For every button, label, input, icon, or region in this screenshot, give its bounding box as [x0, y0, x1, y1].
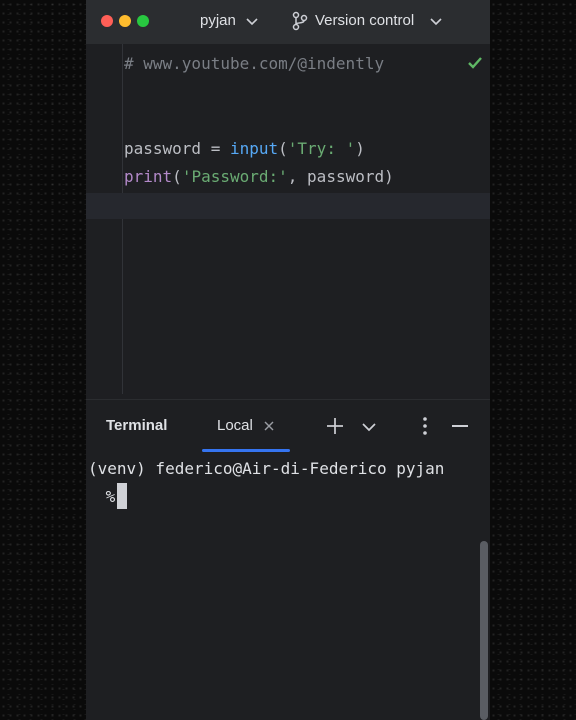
ide-window: pyjan Version control # www.youtube.com/…: [86, 0, 490, 720]
indent-guide: [122, 44, 123, 394]
code-token-string: 'Try: ': [287, 139, 356, 158]
code-token-paren: (: [172, 167, 182, 186]
minimize-icon[interactable]: [452, 425, 468, 427]
terminal-prompt-symbol: %: [96, 487, 116, 506]
code-token-paren: (: [278, 139, 288, 158]
terminal-prompt: (venv) federico@Air-di-Federico pyjan: [88, 459, 445, 478]
code-editor[interactable]: # www.youtube.com/@indently password = i…: [86, 44, 490, 399]
title-bar: pyjan Version control: [86, 0, 490, 44]
active-tab-indicator: [202, 449, 290, 452]
version-control-menu[interactable]: Version control: [315, 12, 414, 29]
code-token-args: , password): [287, 167, 394, 186]
close-icon[interactable]: [263, 420, 275, 432]
chevron-down-icon[interactable]: [429, 15, 443, 29]
chevron-down-icon[interactable]: [245, 15, 259, 29]
more-vertical-icon[interactable]: [422, 416, 428, 436]
terminal-output[interactable]: (venv) federico@Air-di-Federico pyjan %: [86, 455, 490, 720]
code-token-var: password =: [124, 139, 230, 158]
window-close-button[interactable]: [101, 15, 113, 27]
plus-icon[interactable]: [326, 417, 344, 435]
current-line-highlight: [86, 193, 490, 219]
code-token-string: 'Password:': [181, 167, 288, 186]
code-comment: # www.youtube.com/@indently: [124, 54, 385, 73]
terminal-tab-local[interactable]: Local: [217, 417, 253, 434]
code-token-builtin: print: [124, 167, 173, 186]
code-token-function: input: [229, 139, 279, 158]
terminal-title: Terminal: [106, 417, 168, 434]
background-left: [0, 0, 86, 720]
chevron-down-icon[interactable]: [362, 420, 376, 434]
code-line-print: print('Password:', password): [124, 167, 394, 186]
window-minimize-button[interactable]: [119, 15, 131, 27]
terminal-cursor: [117, 483, 127, 509]
window-zoom-button[interactable]: [137, 15, 149, 27]
code-token-paren: ): [355, 139, 365, 158]
project-selector[interactable]: pyjan: [200, 12, 236, 29]
check-icon: [468, 57, 482, 69]
terminal-scrollbar[interactable]: [480, 541, 488, 720]
code-line-input: password = input('Try: '): [124, 139, 365, 158]
git-branch-icon[interactable]: [291, 11, 309, 31]
terminal-toolbar: Terminal Local: [86, 399, 490, 456]
background-right: [490, 0, 576, 720]
